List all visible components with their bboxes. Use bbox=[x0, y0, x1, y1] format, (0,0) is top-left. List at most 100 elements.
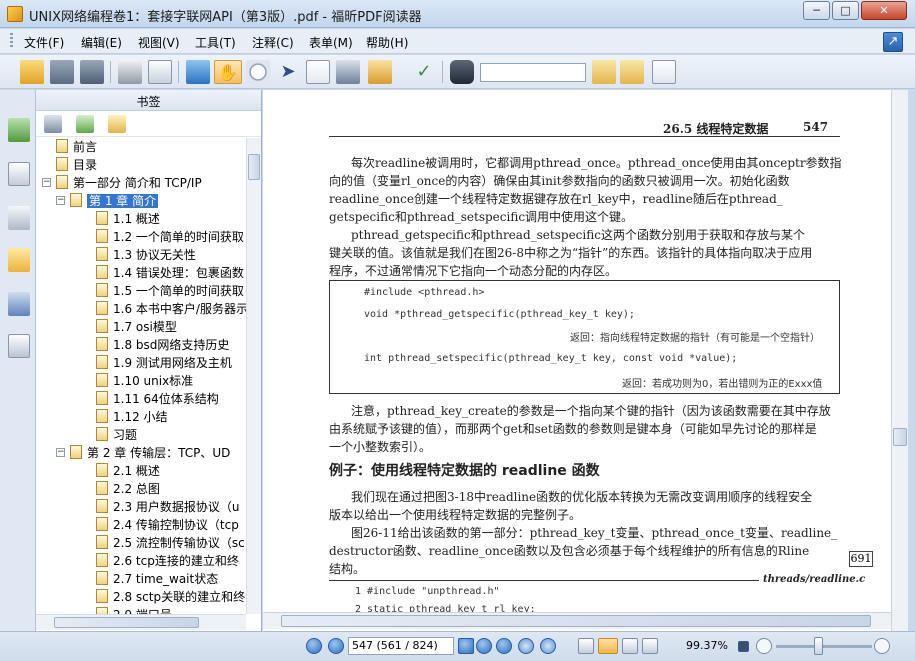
bookmark-item[interactable]: 1.11 64位体系结构 bbox=[96, 390, 219, 408]
scroll-thumb[interactable] bbox=[248, 154, 260, 180]
bookmark-item[interactable]: − 第 2 章 传输层：TCP、UD bbox=[56, 444, 230, 462]
bookmark-item[interactable]: 习题 bbox=[96, 426, 137, 444]
bookmark-item[interactable]: 2.8 sctp关联的建立和终 bbox=[96, 588, 245, 606]
next-page-icon[interactable] bbox=[476, 638, 492, 654]
save-all-icon[interactable] bbox=[80, 60, 104, 84]
menu-edit[interactable]: 编辑(E) bbox=[81, 34, 122, 51]
first-page-icon[interactable] bbox=[306, 638, 322, 654]
menu-view[interactable]: 视图(V) bbox=[138, 34, 180, 51]
zoom-tool-icon[interactable] bbox=[246, 60, 270, 84]
zoom-dropdown-icon[interactable] bbox=[738, 641, 749, 652]
bookmark-item[interactable]: 1.9 测试用网络及主机 bbox=[96, 354, 232, 372]
highlight-icon[interactable] bbox=[652, 60, 676, 84]
signatures-panel-icon[interactable] bbox=[8, 334, 30, 358]
maximize-button[interactable]: □ bbox=[832, 1, 859, 20]
comments-panel-icon[interactable] bbox=[8, 248, 30, 272]
document-vertical-scrollbar[interactable] bbox=[891, 90, 908, 631]
zoom-in-icon[interactable] bbox=[874, 638, 890, 654]
scroll-thumb[interactable] bbox=[281, 615, 871, 627]
bookmark-item[interactable]: 目录 bbox=[56, 156, 97, 174]
prev-result-icon[interactable] bbox=[592, 60, 616, 84]
snapshot-icon[interactable] bbox=[336, 60, 360, 84]
bookmarks-panel-icon[interactable] bbox=[8, 118, 30, 142]
bookmarks-horizontal-scrollbar[interactable] bbox=[36, 614, 246, 630]
bookmark-item[interactable]: 2.4 传输控制协议（tcp bbox=[96, 516, 239, 534]
menu-tools[interactable]: 工具(T) bbox=[195, 34, 236, 51]
facing-page-icon[interactable] bbox=[622, 638, 638, 654]
scroll-thumb[interactable] bbox=[54, 617, 199, 628]
page-dropdown-icon[interactable] bbox=[458, 638, 474, 654]
document-view[interactable]: 26.5 线程特定数据 547 每次readline被调用时，它都调用pthre… bbox=[263, 90, 891, 631]
expand-icon[interactable]: ↗ bbox=[883, 32, 903, 52]
delete-bookmark-icon[interactable] bbox=[44, 115, 62, 133]
bookmark-item[interactable]: 2.6 tcp连接的建立和终 bbox=[96, 552, 239, 570]
fullscreen-icon[interactable] bbox=[186, 60, 210, 84]
last-page-icon[interactable] bbox=[496, 638, 512, 654]
collapse-toggle-icon[interactable]: − bbox=[56, 448, 65, 457]
email-icon[interactable] bbox=[148, 60, 172, 84]
bookmark-item[interactable]: 1.6 本书中客户/服务器示 bbox=[96, 300, 246, 318]
continuous-page-icon[interactable] bbox=[598, 638, 618, 654]
minimize-button[interactable]: ─ bbox=[803, 1, 830, 20]
open-folder-icon[interactable] bbox=[20, 60, 44, 84]
select-arrow-icon[interactable]: ➤ bbox=[276, 60, 300, 84]
go-back-icon[interactable] bbox=[518, 638, 534, 654]
bookmark-label: 1.5 一个简单的时间获取 bbox=[113, 284, 244, 298]
bookmark-item[interactable]: 2.2 总图 bbox=[96, 480, 160, 498]
bookmark-item[interactable]: 1.5 一个简单的时间获取 bbox=[96, 282, 244, 300]
bookmark-item[interactable]: 1.3 协议无关性 bbox=[96, 246, 196, 264]
print-icon[interactable] bbox=[118, 60, 142, 84]
attachments-panel-icon[interactable] bbox=[8, 292, 30, 316]
collapse-toggle-icon[interactable]: − bbox=[42, 178, 51, 187]
bookmark-item[interactable]: 2.9 端口号 bbox=[96, 606, 172, 614]
hand-tool-icon[interactable]: ✋ bbox=[214, 60, 242, 84]
menu-file[interactable]: 文件(F) bbox=[24, 34, 64, 51]
zoom-slider-track[interactable] bbox=[776, 645, 872, 648]
document-horizontal-scrollbar[interactable] bbox=[263, 612, 891, 629]
scroll-thumb[interactable] bbox=[893, 428, 907, 446]
bookmark-label: 1.8 bsd网络支持历史 bbox=[113, 338, 230, 352]
text-select-icon[interactable] bbox=[306, 60, 330, 84]
menu-form[interactable]: 表单(M) bbox=[309, 34, 353, 51]
typewriter-icon[interactable]: ✓ bbox=[412, 60, 436, 84]
page-number-field[interactable]: 547 (561 / 824) bbox=[348, 637, 454, 655]
bookmark-icon bbox=[96, 481, 108, 495]
menu-help[interactable]: 帮助(H) bbox=[366, 34, 408, 51]
bookmark-item[interactable]: 2.5 流控制传输协议（sc bbox=[96, 534, 245, 552]
zoom-slider-knob[interactable] bbox=[814, 637, 823, 655]
bookmark-item[interactable]: 前言 bbox=[56, 138, 97, 156]
bookmark-item[interactable]: 1.2 一个简单的时间获取 bbox=[96, 228, 244, 246]
bookmark-item[interactable]: 2.7 time_wait状态 bbox=[96, 570, 218, 588]
single-page-icon[interactable] bbox=[578, 638, 594, 654]
rms-icon[interactable] bbox=[368, 60, 392, 84]
bookmarks-vertical-scrollbar[interactable] bbox=[246, 138, 261, 614]
bookmark-item[interactable]: 1.10 unix标准 bbox=[96, 372, 193, 390]
save-icon[interactable] bbox=[50, 60, 74, 84]
bookmark-item[interactable]: 2.3 用户数据报协议（u bbox=[96, 498, 240, 516]
bookmark-item[interactable]: − 第一部分 简介和 TCP/IP bbox=[42, 174, 202, 192]
collapse-toggle-icon[interactable]: − bbox=[56, 196, 65, 205]
zoom-out-icon[interactable] bbox=[756, 638, 772, 654]
bookmark-item[interactable]: 1.4 错误处理：包裹函数 bbox=[96, 264, 244, 282]
previous-page-icon[interactable] bbox=[328, 638, 344, 654]
bookmark-item[interactable]: 1.1 概述 bbox=[96, 210, 160, 228]
go-forward-icon[interactable] bbox=[540, 638, 556, 654]
pages-panel-icon[interactable] bbox=[8, 162, 30, 186]
binoculars-icon[interactable] bbox=[450, 60, 474, 84]
menu-comment[interactable]: 注释(C) bbox=[252, 34, 294, 51]
add-bookmark-icon[interactable] bbox=[76, 115, 94, 133]
next-result-icon[interactable] bbox=[620, 60, 644, 84]
zoom-level[interactable]: 99.37% bbox=[686, 639, 728, 652]
continuous-facing-icon[interactable] bbox=[642, 638, 658, 654]
bookmark-item[interactable]: 2.1 概述 bbox=[96, 462, 160, 480]
bookmark-item[interactable]: 1.7 osi模型 bbox=[96, 318, 177, 336]
bookmark-icon bbox=[96, 319, 108, 333]
bookmark-item[interactable]: 1.8 bsd网络支持历史 bbox=[96, 336, 229, 354]
expand-bookmark-icon[interactable] bbox=[108, 115, 126, 133]
bookmark-item[interactable]: − 第 1 章 简介 bbox=[56, 192, 159, 210]
close-button[interactable]: ✕ bbox=[861, 1, 907, 20]
search-input[interactable] bbox=[480, 63, 586, 82]
layers-panel-icon[interactable] bbox=[8, 206, 30, 230]
bookmark-icon bbox=[96, 499, 108, 513]
bookmark-item[interactable]: 1.12 小结 bbox=[96, 408, 168, 426]
